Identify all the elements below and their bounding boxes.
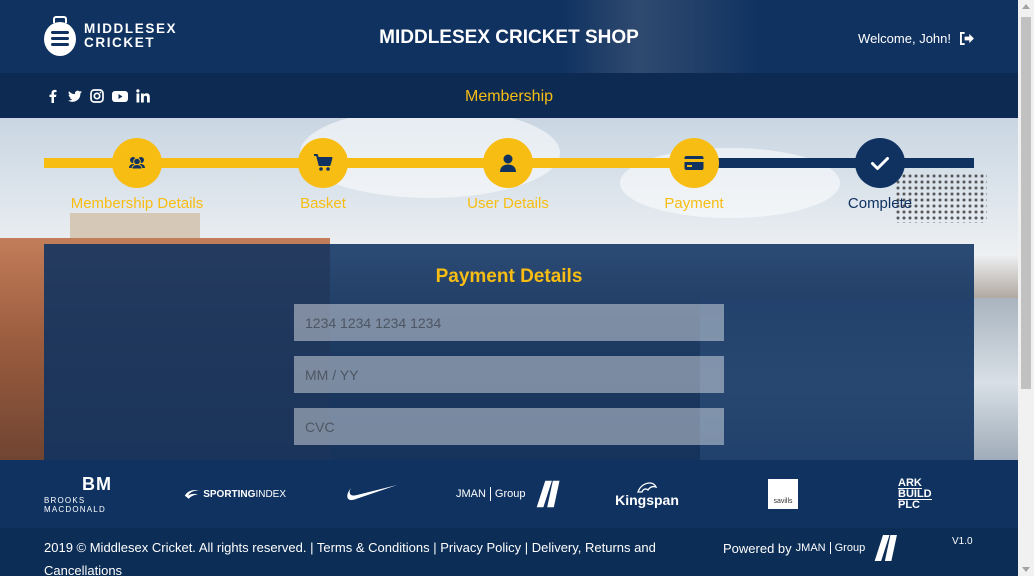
footer: 2019 © Middlesex Cricket. All rights res… bbox=[0, 528, 1018, 576]
payment-form: Payment Details bbox=[44, 244, 974, 460]
step-label: Complete bbox=[847, 195, 913, 212]
powered-by[interactable]: Powered by JMAN Group bbox=[723, 535, 898, 561]
powered-brand-b: Group bbox=[834, 542, 866, 554]
page: MIDDLESEX CRICKET MIDDLESEX CRICKET SHOP… bbox=[0, 0, 1018, 576]
step-membership-details[interactable]: Membership Details bbox=[47, 138, 227, 212]
step-circle bbox=[483, 138, 533, 188]
sponsor-nike[interactable] bbox=[340, 460, 400, 528]
cvc-input[interactable] bbox=[294, 408, 724, 445]
step-circle bbox=[112, 138, 162, 188]
sporting-a: SPORTING bbox=[203, 488, 256, 500]
kingspan-name: Kingspan bbox=[615, 492, 679, 508]
brooks-name: BROOKS MACDONALD bbox=[44, 495, 106, 514]
step-label: Basket bbox=[300, 195, 346, 212]
step-label: Payment bbox=[664, 195, 724, 212]
step-user-details[interactable]: User Details bbox=[418, 138, 598, 212]
privacy-link[interactable]: Privacy Policy bbox=[440, 540, 521, 555]
scroll-up-arrow-icon[interactable] bbox=[1022, 4, 1030, 9]
sponsor-jman-group[interactable]: JMAN Group bbox=[456, 460, 560, 528]
nike-swoosh-logo bbox=[347, 485, 397, 501]
sponsor-brooks-macdonald[interactable]: BM BROOKS MACDONALD bbox=[44, 460, 150, 528]
nav-title-membership[interactable]: Membership bbox=[0, 88, 1018, 106]
brooks-mark: BM bbox=[82, 473, 112, 494]
footer-text: 2019 © Middlesex Cricket. All rights res… bbox=[44, 536, 674, 576]
savills-name: savills bbox=[768, 479, 798, 509]
scrollbar-thumb[interactable] bbox=[1021, 17, 1031, 389]
sponsor-ark-build[interactable]: ARK BUILD PLC bbox=[898, 460, 942, 528]
sponsor-sporting-index[interactable]: SPORTING INDEX bbox=[184, 460, 286, 528]
copyright-text: 2019 © Middlesex Cricket. All rights res… bbox=[44, 540, 307, 555]
sponsor-savills[interactable]: savills bbox=[768, 460, 798, 528]
expiry-input[interactable] bbox=[294, 356, 724, 393]
jman-a: JMAN bbox=[456, 488, 486, 500]
step-circle bbox=[855, 138, 905, 188]
sporting-b: INDEX bbox=[255, 488, 286, 500]
sporting-index-swoosh-icon bbox=[184, 490, 200, 499]
sponsor-kingspan[interactable]: Kingspan bbox=[612, 460, 682, 528]
jman-b: Group bbox=[494, 488, 526, 500]
terms-link[interactable]: Terms & Conditions bbox=[317, 540, 430, 555]
powered-divider bbox=[829, 542, 831, 554]
nav-bar: Membership bbox=[0, 73, 1018, 118]
step-complete[interactable]: Complete bbox=[790, 138, 970, 212]
credit-card-icon bbox=[684, 156, 704, 170]
cart-icon bbox=[314, 154, 333, 171]
footer-separator: | bbox=[310, 540, 314, 555]
form-title: Payment Details bbox=[435, 266, 583, 287]
user-menu[interactable]: Welcome, John! bbox=[858, 31, 974, 46]
powered-brand-a: JMAN bbox=[795, 542, 826, 554]
version-label: V1.0 bbox=[952, 536, 973, 547]
user-icon bbox=[500, 154, 516, 172]
hero-section: Membership Details Basket User Details P… bbox=[0, 118, 1018, 460]
users-icon bbox=[129, 157, 145, 170]
step-label: Membership Details bbox=[70, 195, 204, 212]
header: MIDDLESEX CRICKET MIDDLESEX CRICKET SHOP… bbox=[0, 0, 1018, 73]
step-payment[interactable]: Payment bbox=[604, 138, 784, 212]
ark-line3: PLC bbox=[898, 499, 920, 511]
sign-out-icon[interactable] bbox=[959, 32, 974, 45]
jman-divider bbox=[489, 487, 491, 501]
scroll-down-arrow-icon[interactable] bbox=[1022, 567, 1030, 572]
welcome-text: Welcome, John! bbox=[858, 31, 951, 46]
card-number-input[interactable] bbox=[294, 304, 724, 341]
check-icon bbox=[871, 157, 889, 170]
step-basket[interactable]: Basket bbox=[233, 138, 413, 212]
jman-slash-icon bbox=[874, 535, 898, 561]
footer-separator: | bbox=[524, 540, 529, 555]
powered-by-label: Powered by bbox=[723, 540, 792, 556]
sponsors-bar: BM BROOKS MACDONALD SPORTING INDEX JMAN G… bbox=[0, 460, 1018, 528]
page-scrollbar[interactable] bbox=[1018, 0, 1034, 576]
step-circle bbox=[669, 138, 719, 188]
jman-slash-icon bbox=[537, 480, 560, 508]
step-label: User Details bbox=[467, 195, 549, 212]
footer-separator: | bbox=[433, 540, 437, 555]
step-circle bbox=[298, 138, 348, 188]
